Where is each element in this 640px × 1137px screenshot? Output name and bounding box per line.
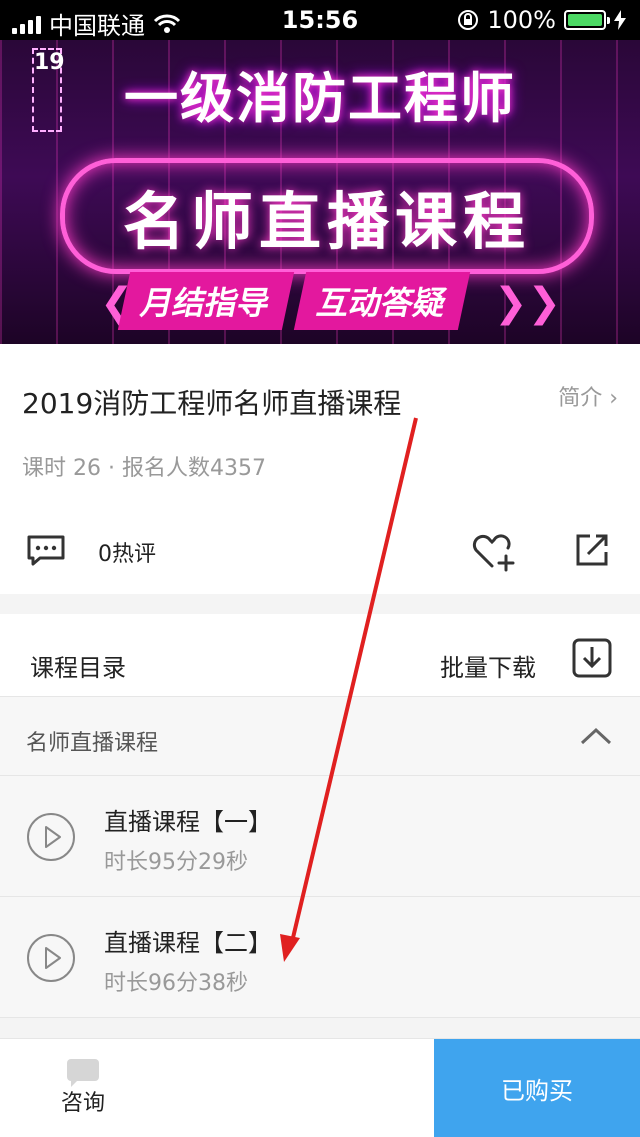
lesson-name: 直播课程【一】	[104, 808, 272, 836]
lesson-item[interactable]: 直播课程【二】 时长96分38秒	[0, 897, 640, 1018]
course-info: 2019消防工程师名师直播课程 简介 › 课时 26 · 报名人数4357 0热…	[0, 344, 640, 594]
course-catalog: 课程目录 批量下载 名师直播课程 直播课程【一】 时长95分29秒 直播课程【二…	[0, 614, 640, 1018]
play-icon[interactable]	[26, 812, 76, 862]
consult-button[interactable]: 咨询	[58, 1059, 108, 1117]
favorite-add-icon[interactable]	[470, 532, 516, 572]
lesson-item[interactable]: 直播课程【一】 时长95分29秒	[0, 776, 640, 897]
chevron-up-icon[interactable]	[580, 727, 612, 745]
section-title: 名师直播课程	[26, 731, 159, 756]
lesson-duration: 时长96分38秒	[104, 971, 248, 996]
consult-label: 咨询	[60, 1091, 105, 1116]
share-icon[interactable]	[574, 532, 610, 568]
chevron-right-icon: ❯❯	[494, 280, 562, 326]
banner-pill: 名师直播课程	[60, 158, 594, 274]
batch-download-button[interactable]: 批量下载	[440, 648, 536, 683]
catalog-header: 课程目录 批量下载	[0, 614, 640, 697]
comment-count[interactable]: 0热评	[98, 536, 156, 568]
comment-icon[interactable]	[26, 534, 66, 566]
catalog-title: 课程目录	[30, 654, 126, 682]
battery-icon	[564, 10, 610, 30]
banner-pill-text: 名师直播课程	[122, 185, 531, 258]
lesson-duration: 时长95分29秒	[104, 850, 248, 875]
charging-icon	[614, 10, 626, 30]
play-icon[interactable]	[26, 933, 76, 983]
banner-tag: 互动答疑	[293, 272, 471, 330]
course-meta: 课时 26 · 报名人数4357	[22, 456, 266, 481]
course-banner: 19 一级消防工程师 名师直播课程 ❮ 月结指导 互动答疑 ❯❯	[0, 40, 640, 344]
banner-headline: 一级消防工程师	[124, 67, 516, 130]
course-title: 2019消防工程师名师直播课程	[22, 387, 402, 420]
bottom-bar: 咨询 已购买	[0, 1038, 640, 1137]
lesson-name: 直播课程【二】	[104, 929, 272, 957]
rotation-lock-icon	[458, 10, 479, 30]
banner-tag: 月结指导	[117, 272, 295, 330]
chat-bubble-icon	[67, 1059, 99, 1087]
status-bar: 中国联通 15:56 100%	[0, 0, 640, 40]
battery-percentage: 100%	[487, 6, 556, 34]
intro-link[interactable]: 简介 ›	[558, 380, 618, 412]
catalog-section[interactable]: 名师直播课程	[0, 697, 640, 776]
purchased-button[interactable]: 已购买	[434, 1039, 640, 1137]
download-icon[interactable]	[572, 638, 612, 678]
